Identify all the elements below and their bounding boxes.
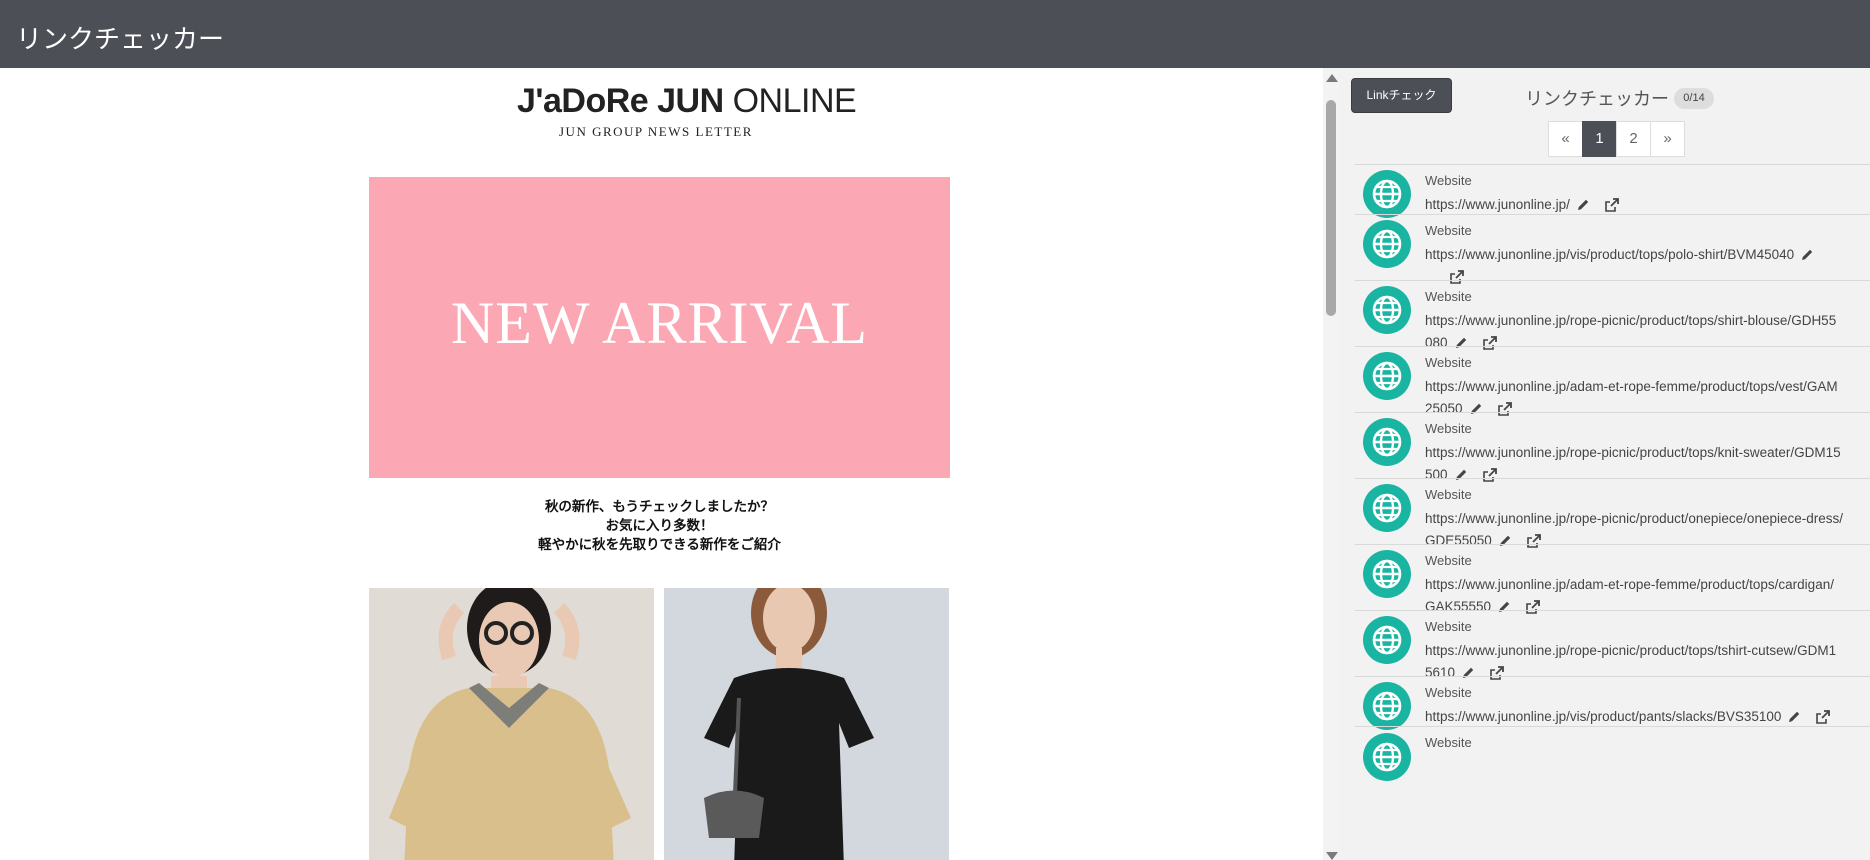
link-type-label: Website (1425, 223, 1472, 238)
link-item[interactable]: Website https://www.junonline.jp/ (1355, 164, 1870, 218)
logo-brand: J'aDoRe JUN (517, 82, 724, 120)
link-url-text: https://www.junonline.jp/vis/product/pan… (1425, 709, 1782, 724)
link-item[interactable]: Website https://www.junonline.jp/rope-pic… (1355, 478, 1870, 548)
link-type-label: Website (1425, 355, 1472, 370)
scrollbar-thumb[interactable] (1326, 100, 1336, 316)
link-url-text: https://www.junonline.jp/rope-picnic/pro… (1425, 313, 1837, 328)
edit-pencil-icon[interactable] (1800, 248, 1814, 262)
globe-icon (1363, 170, 1411, 218)
link-item[interactable]: Website https://www.junonline.jp/vis/prod… (1355, 214, 1870, 284)
intro-line: 軽やかに秋を先取りできる新作をご紹介 (538, 537, 781, 553)
count-badge: 0/14 (1674, 88, 1714, 109)
pager-next-button[interactable]: » (1650, 121, 1685, 157)
link-type-label: Website (1425, 735, 1472, 750)
logo-suffix: ONLINE (732, 82, 857, 120)
intro-text: 秋の新作、もうチェックしましたか？ お気に入り多数！ 軽やかに秋を先取りできる新… (369, 498, 950, 555)
pagination: « 1 2 » (1548, 121, 1685, 157)
link-type-label: Website (1425, 421, 1472, 436)
panel-title: リンクチェッカー (1525, 89, 1669, 110)
pager-page-1[interactable]: 1 (1582, 121, 1617, 157)
globe-icon (1363, 418, 1411, 466)
pager-page-2[interactable]: 2 (1616, 121, 1651, 157)
app-header: リンクチェッカー (0, 0, 1870, 68)
link-type-label: Website (1425, 685, 1472, 700)
link-url-text: https://www.junonline.jp/rope-picnic/pro… (1425, 511, 1843, 526)
link-url-text: https://www.junonline.jp/rope-picnic/pro… (1425, 445, 1841, 460)
app-title: リンクチェッカー (16, 25, 225, 55)
link-checker-panel: Linkチェック リンクチェッカー 0/14 « 1 2 » Website ht… (1339, 68, 1870, 860)
globe-icon (1363, 484, 1411, 532)
link-url: https://www.junonline.jp/ (1425, 194, 1865, 216)
edit-pencil-icon[interactable] (1576, 198, 1590, 212)
preview-scrollbar[interactable] (1323, 68, 1339, 860)
external-link-icon[interactable] (1815, 710, 1831, 725)
link-type-label: Website (1425, 553, 1472, 568)
hero-text: NEW ARRIVAL (450, 290, 869, 356)
brand-logo: J'aDoRe JUN ONLINE (517, 82, 857, 121)
scroll-down-arrow-icon[interactable] (1326, 852, 1338, 860)
link-list: Website https://www.junonline.jp/Website h… (1355, 164, 1870, 781)
globe-icon (1363, 286, 1411, 334)
link-url: https://www.junonline.jp/vis/product/pan… (1425, 706, 1865, 728)
external-link-icon[interactable] (1604, 198, 1619, 213)
link-item[interactable]: Website (1355, 726, 1870, 781)
link-item[interactable]: Website https://www.junonline.jp/rope-pic… (1355, 280, 1870, 350)
globe-icon (1363, 352, 1411, 400)
globe-icon (1363, 550, 1411, 598)
link-type-label: Website (1425, 289, 1472, 304)
newsletter-preview[interactable]: J'aDoRe JUN ONLINE JUN GROUP NEWS LETTER… (0, 68, 1323, 860)
link-item[interactable]: Website https://www.junonline.jp/rope-pic… (1355, 412, 1870, 482)
link-type-label: Website (1425, 173, 1472, 188)
link-item[interactable]: Website https://www.junonline.jp/adam-et-… (1355, 346, 1870, 416)
link-url-text: https://www.junonline.jp/adam-et-rope-fe… (1425, 577, 1834, 592)
globe-icon (1363, 733, 1411, 781)
link-check-button[interactable]: Linkチェック (1351, 78, 1452, 113)
link-item[interactable]: Website https://www.junonline.jp/adam-et-… (1355, 544, 1870, 614)
link-url-text: https://www.junonline.jp/vis/product/top… (1425, 247, 1795, 262)
intro-line: お気に入り多数！ (605, 518, 714, 534)
globe-icon (1363, 682, 1411, 730)
link-item[interactable]: Website https://www.junonline.jp/vis/prod… (1355, 676, 1870, 730)
link-url-text: https://www.junonline.jp/adam-et-rope-fe… (1425, 379, 1838, 394)
product-photo[interactable] (664, 588, 949, 860)
scroll-up-arrow-icon[interactable] (1326, 74, 1338, 82)
link-type-label: Website (1425, 619, 1472, 634)
globe-icon (1363, 220, 1411, 268)
logo-tagline: JUN GROUP NEWS LETTER (559, 124, 753, 139)
link-url-text: https://www.junonline.jp/rope-picnic/pro… (1425, 643, 1837, 658)
globe-icon (1363, 616, 1411, 664)
intro-line: 秋の新作、もうチェックしましたか？ (544, 499, 775, 515)
edit-pencil-icon[interactable] (1787, 710, 1801, 724)
link-url-text: https://www.junonline.jp/ (1425, 197, 1570, 212)
model-illustration (664, 588, 949, 860)
product-photo[interactable] (369, 588, 654, 860)
hero-banner[interactable]: NEW ARRIVAL (369, 177, 950, 478)
link-type-label: Website (1425, 487, 1472, 502)
pager-prev-button[interactable]: « (1548, 121, 1583, 157)
link-item[interactable]: Website https://www.junonline.jp/rope-pic… (1355, 610, 1870, 680)
model-illustration (369, 588, 654, 860)
